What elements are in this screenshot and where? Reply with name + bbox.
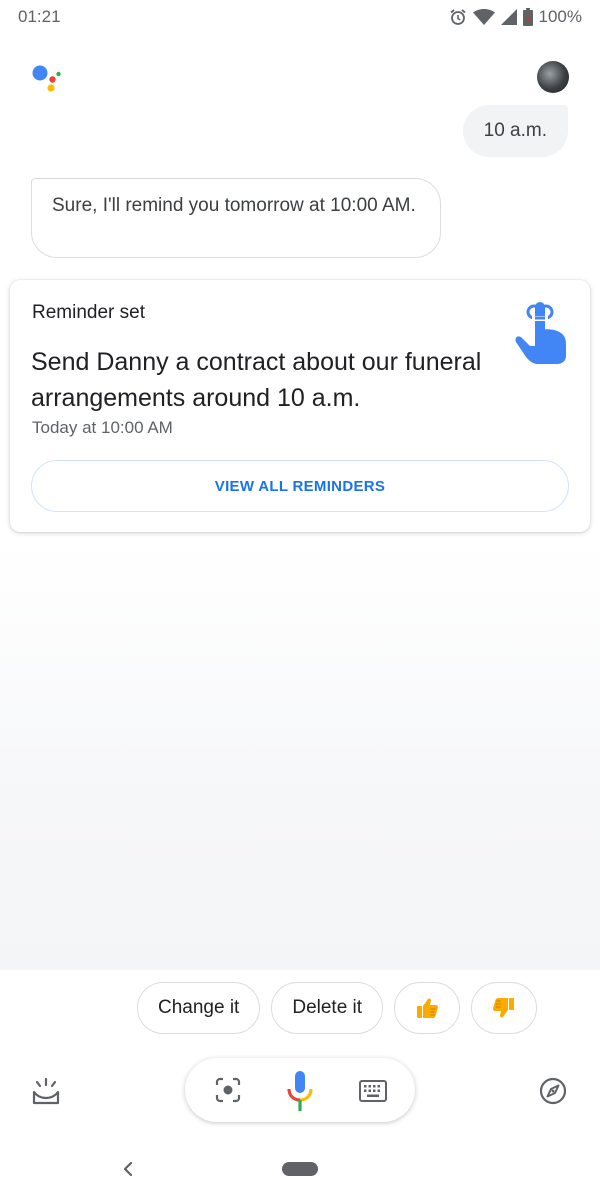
- view-all-reminders-button[interactable]: VIEW ALL REMINDERS: [31, 460, 569, 512]
- keyboard-icon[interactable]: [359, 1080, 387, 1102]
- reminder-card-heading: Reminder set: [32, 302, 145, 323]
- assistant-message-text: Sure, I'll remind you tomorrow at 10:00 …: [52, 195, 416, 216]
- snapshot-icon[interactable]: [31, 1076, 61, 1106]
- mic-icon[interactable]: [286, 1069, 314, 1113]
- conversation-background: [0, 540, 600, 970]
- status-bar: 01:21 100%: [0, 0, 600, 34]
- battery-percent: 100%: [538, 7, 582, 26]
- assistant-message-bubble: Sure, I'll remind you tomorrow at 10:00 …: [31, 178, 441, 258]
- suggestion-chips: Change it Delete it: [137, 982, 538, 1034]
- assistant-input-bar: [185, 1058, 415, 1122]
- thumbs-up-chip[interactable]: [394, 982, 461, 1034]
- change-it-chip[interactable]: Change it: [137, 982, 261, 1034]
- google-assistant-logo-icon: [32, 65, 61, 92]
- thumbs-down-icon: [493, 998, 515, 1018]
- battery-icon: [522, 8, 533, 26]
- thumbs-down-chip[interactable]: [471, 982, 538, 1034]
- reminder-time: Today at 10:00 AM: [32, 418, 173, 437]
- thumbs-up-icon: [417, 998, 438, 1018]
- reminder-title: Send Danny a contract about our funeral …: [31, 348, 482, 412]
- signal-icon: [500, 9, 517, 25]
- finger-string-reminder-icon: [515, 302, 566, 364]
- explore-icon[interactable]: [539, 1077, 567, 1105]
- alarm-icon: [449, 9, 466, 25]
- status-time: 01:21: [18, 7, 61, 26]
- reminder-card[interactable]: Reminder set Send Danny a contract about…: [10, 280, 590, 532]
- wifi-icon: [472, 9, 495, 25]
- user-avatar[interactable]: [537, 61, 569, 93]
- back-icon[interactable]: [120, 1158, 136, 1180]
- home-button[interactable]: [282, 1162, 318, 1176]
- user-message-text: 10 a.m.: [483, 120, 547, 141]
- user-message-bubble: 10 a.m.: [462, 105, 568, 157]
- status-icons: 100%: [449, 7, 582, 27]
- delete-it-chip[interactable]: Delete it: [271, 982, 384, 1034]
- lens-icon[interactable]: [215, 1077, 241, 1103]
